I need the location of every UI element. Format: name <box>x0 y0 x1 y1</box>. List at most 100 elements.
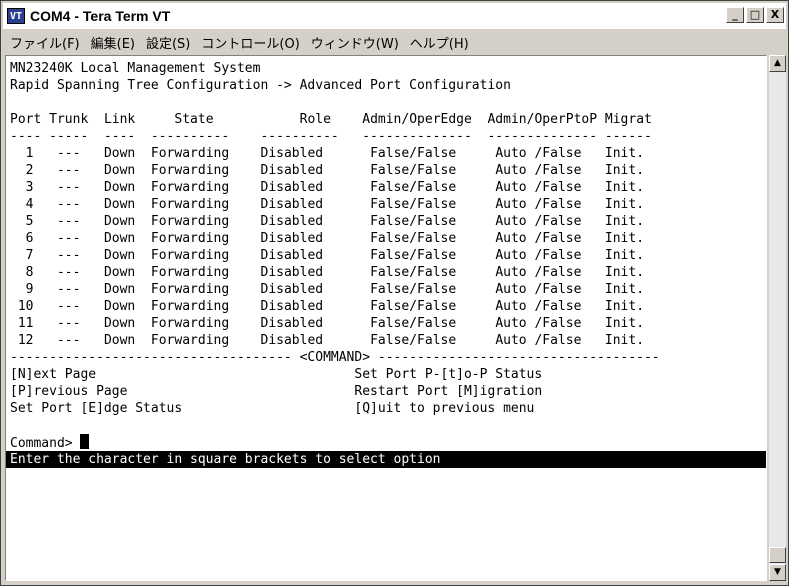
vertical-scrollbar[interactable]: ▲ ▼ <box>769 55 786 581</box>
table-cell: Forwarding <box>150 146 230 161</box>
table-cell: Auto /False <box>495 163 582 178</box>
minimize-button[interactable]: _ <box>726 7 744 23</box>
terminal-window: VT COM4 - Tera Term VT _ □ X ファイル(F) 編集(… <box>0 0 789 586</box>
command-separator: ------------------------------------ <CO… <box>10 350 660 365</box>
table-cell: Auto /False <box>495 248 582 263</box>
menu-window[interactable]: ウィンドウ(W) <box>311 33 399 52</box>
table-cell: Down <box>103 146 136 161</box>
table-row: 2 --- Down Forwarding Disabled False/Fal… <box>10 162 762 179</box>
table-cell: Forwarding <box>150 197 230 212</box>
scroll-up-icon[interactable]: ▲ <box>769 55 786 72</box>
table-row: 1 --- Down Forwarding Disabled False/Fal… <box>10 145 762 162</box>
status-line: Enter the character in square brackets t… <box>6 451 766 468</box>
table-cell: Forwarding <box>150 265 230 280</box>
table-cell: Init. <box>604 214 645 229</box>
column-header: Admin/OperEdge <box>362 112 472 127</box>
table-cell: 10 <box>17 299 34 314</box>
table-cell: Init. <box>604 231 645 246</box>
table-cell: Forwarding <box>150 299 230 314</box>
table-cell: False/False <box>370 299 457 314</box>
table-cell: --- <box>56 299 81 314</box>
table-cell: Disabled <box>260 316 324 331</box>
table-row: 11 --- Down Forwarding Disabled False/Fa… <box>10 315 762 332</box>
column-header: Admin/OperPtoP <box>487 112 598 127</box>
command-option-row: [P]revious Page Restart Port [M]igration <box>10 383 762 400</box>
table-cell: Disabled <box>260 299 324 314</box>
menu-path: Rapid Spanning Tree Configuration -> Adv… <box>10 78 511 93</box>
table-row: 10 --- Down Forwarding Disabled False/Fa… <box>10 298 762 315</box>
table-cell: Forwarding <box>150 214 230 229</box>
command-option-row: Set Port [E]dge Status [Q]uit to previou… <box>10 400 762 417</box>
table-cell: Down <box>103 265 136 280</box>
table-cell: Disabled <box>260 180 324 195</box>
table-cell: --- <box>56 180 81 195</box>
table-cell: --- <box>56 197 81 212</box>
scroll-down-icon[interactable]: ▼ <box>769 564 786 581</box>
table-cell: 5 <box>25 214 34 229</box>
table-row: 6 --- Down Forwarding Disabled False/Fal… <box>10 230 762 247</box>
table-cell: Auto /False <box>495 333 582 348</box>
terminal-icon[interactable]: VT <box>7 8 25 24</box>
table-cell: Auto /False <box>495 265 582 280</box>
table-cell: Init. <box>604 146 645 161</box>
table-cell: 4 <box>25 197 34 212</box>
header-line: MN23240K Local Management System <box>10 60 762 77</box>
table-cell: 1 <box>25 146 34 161</box>
header-line: Rapid Spanning Tree Configuration -> Adv… <box>10 77 762 94</box>
table-cell: False/False <box>370 316 457 331</box>
table-cell: Forwarding <box>150 248 230 263</box>
command-option: [P]revious Page <box>10 384 128 399</box>
command-option: Set Port P-[t]o-P Status <box>354 367 543 382</box>
table-cell: Auto /False <box>495 299 582 314</box>
table-cell: Auto /False <box>495 197 582 212</box>
table-cell: Disabled <box>260 248 324 263</box>
table-cell: Forwarding <box>150 163 230 178</box>
menu-edit[interactable]: 編集(E) <box>91 33 135 52</box>
table-cell: 2 <box>25 163 34 178</box>
table-cell: Init. <box>604 299 645 314</box>
scroll-thumb[interactable] <box>769 547 786 563</box>
table-rule: ---- ----- ---- ---------- ---------- --… <box>10 129 652 144</box>
table-cell: --- <box>56 146 81 161</box>
table-cell: --- <box>56 333 81 348</box>
table-cell: --- <box>56 163 81 178</box>
command-option: Restart Port [M]igration <box>354 384 543 399</box>
table-cell: --- <box>56 214 81 229</box>
close-button[interactable]: X <box>766 7 784 23</box>
column-header: State <box>174 112 214 127</box>
window-controls: _ □ X <box>726 7 784 23</box>
table-cell: Disabled <box>260 265 324 280</box>
terminal-text: MN23240K Local Management System Rapid Sp… <box>6 60 766 468</box>
table-cell: Down <box>103 163 136 178</box>
table-cell: Forwarding <box>150 316 230 331</box>
table-cell: Init. <box>604 163 645 178</box>
table-cell: Auto /False <box>495 231 582 246</box>
table-cell: Forwarding <box>150 333 230 348</box>
window-title: COM4 - Tera Term VT <box>30 8 171 24</box>
table-cell: Init. <box>604 333 645 348</box>
menu-control[interactable]: コントロール(O) <box>201 33 299 52</box>
table-row: 8 --- Down Forwarding Disabled False/Fal… <box>10 264 762 281</box>
table-cell: False/False <box>370 333 457 348</box>
table-cell: False/False <box>370 197 457 212</box>
text-cursor[interactable] <box>80 434 90 449</box>
table-cell: False/False <box>370 214 457 229</box>
column-header: Link <box>103 112 136 127</box>
terminal-screen[interactable]: MN23240K Local Management System Rapid Sp… <box>5 55 767 581</box>
table-cell: Down <box>103 248 136 263</box>
menu-file[interactable]: ファイル(F) <box>10 33 80 52</box>
table-cell: Disabled <box>260 197 324 212</box>
menu-settings[interactable]: 設定(S) <box>146 33 190 52</box>
command-option: [N]ext Page <box>10 367 97 382</box>
title-bar[interactable]: VT COM4 - Tera Term VT _ □ X <box>3 3 786 29</box>
maximize-button[interactable]: □ <box>746 7 764 23</box>
table-cell: False/False <box>370 180 457 195</box>
menu-help[interactable]: ヘルプ(H) <box>410 33 469 52</box>
table-cell: Down <box>103 316 136 331</box>
table-cell: Down <box>103 197 136 212</box>
command-prompt: Command> <box>10 434 762 451</box>
table-cell: Disabled <box>260 163 324 178</box>
command-option: Set Port [E]dge Status <box>10 401 183 416</box>
